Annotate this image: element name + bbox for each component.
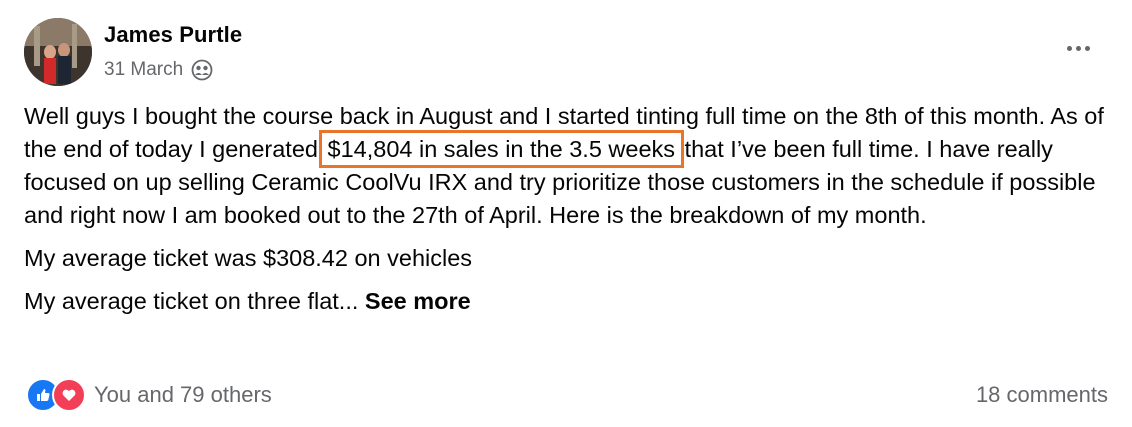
friends-group-icon[interactable]: [191, 59, 213, 81]
reactions-summary[interactable]: You and 79 others: [26, 378, 272, 412]
reaction-icons: [26, 378, 86, 412]
reactions-count[interactable]: You and 79 others: [94, 382, 272, 408]
post-footer: You and 79 others 18 comments: [26, 378, 1108, 412]
post-body: Well guys I bought the course back in Au…: [24, 100, 1109, 318]
love-reaction-icon: [52, 378, 86, 412]
post-paragraph: My average ticket was $308.42 on vehicle…: [24, 245, 473, 271]
post-date[interactable]: 31 March: [104, 59, 183, 81]
more-options-icon[interactable]: [1058, 36, 1098, 60]
see-more-link[interactable]: See more: [365, 288, 471, 314]
author-name[interactable]: James Purtle: [104, 22, 242, 48]
post-text: My average ticket on three flat...: [24, 288, 365, 314]
avatar[interactable]: [24, 18, 92, 86]
post-paragraph: Well guys I bought the course back in Au…: [24, 100, 1109, 232]
facebook-post: James Purtle 31 March Well guys I bought…: [0, 0, 1132, 427]
post-paragraph: My average ticket on three flat... See m…: [24, 285, 1109, 318]
post-meta: 31 March: [104, 58, 213, 82]
highlighted-sales-text: $14,804 in sales in the 3.5 weeks: [318, 130, 685, 168]
comments-count[interactable]: 18 comments: [976, 382, 1108, 408]
